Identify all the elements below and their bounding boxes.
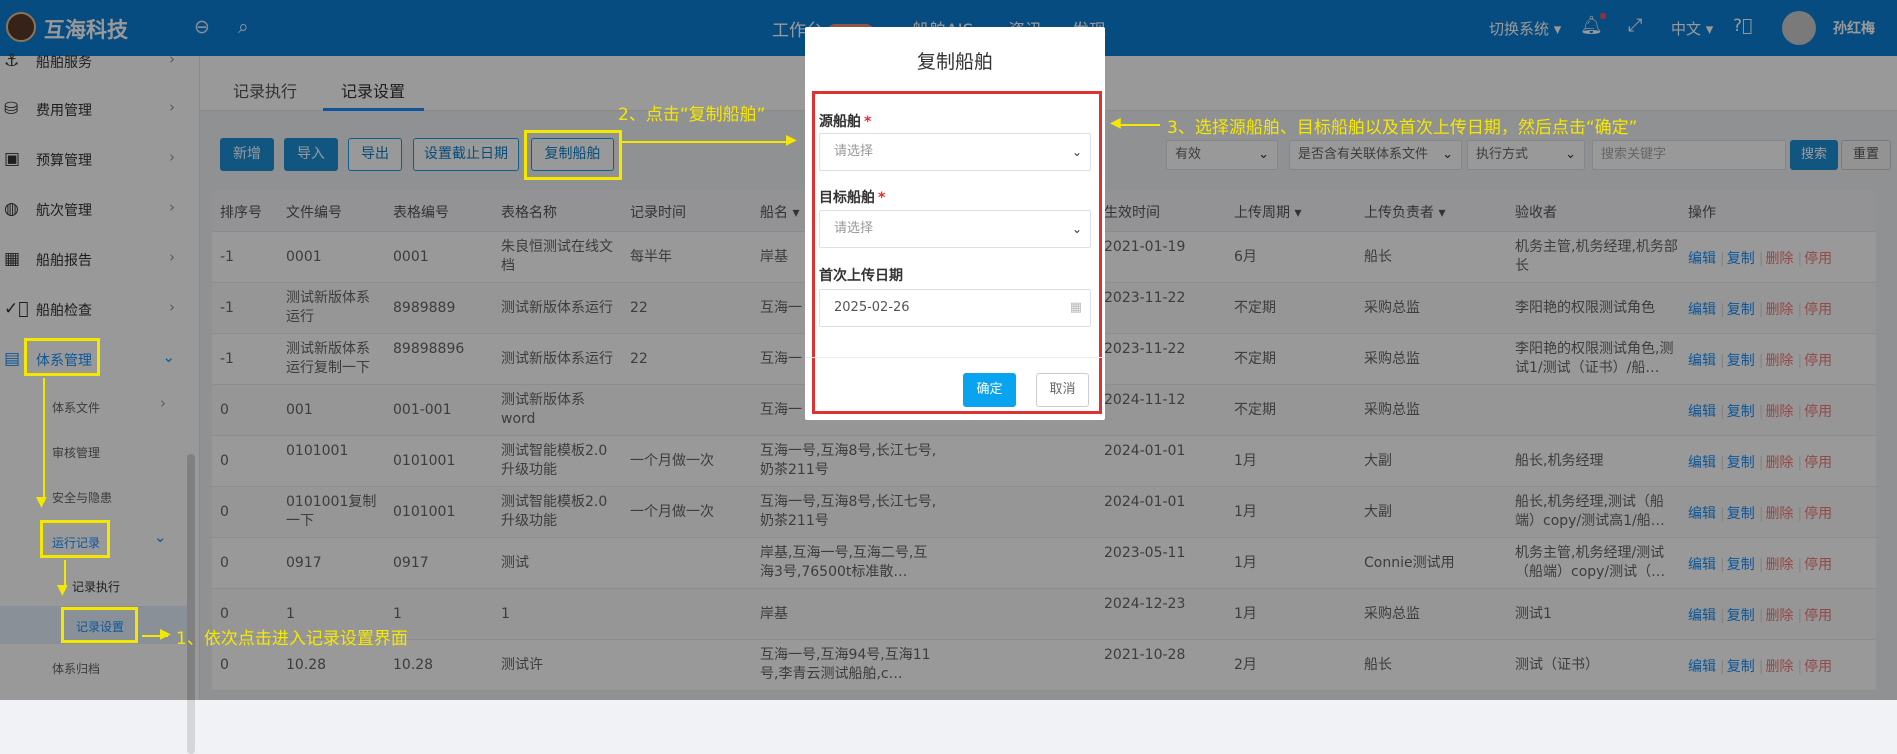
- annotation-arrow-line: [622, 141, 790, 143]
- source-ship-select[interactable]: 请选择 ⌄: [819, 133, 1091, 171]
- target-ship-label: 目标船舶 *: [819, 190, 886, 206]
- highlight-record-setting: [61, 607, 138, 643]
- cancel-button[interactable]: 取消: [1036, 373, 1089, 407]
- annotation-step3: 3、选择源船舶、目标船舶以及首次上传日期，然后点击“确定”: [1167, 118, 1638, 138]
- annotation-arrow-line: [43, 378, 45, 502]
- arrow-down-icon: ▼: [36, 494, 47, 510]
- annotation-step1: 1、依次点击进入记录设置界面: [176, 629, 408, 649]
- chevron-down-icon: ⌄: [1071, 145, 1082, 159]
- highlight-copy-ship: [524, 130, 622, 180]
- source-ship-label: 源船舶 *: [819, 114, 872, 130]
- highlight-system-menu: [24, 338, 100, 376]
- highlight-run-record: [40, 520, 110, 558]
- first-upload-date-label: 首次上传日期: [819, 268, 903, 284]
- annotation-arrow-line: [1120, 124, 1160, 126]
- target-ship-select[interactable]: 请选择 ⌄: [819, 210, 1091, 248]
- first-upload-date-input[interactable]: 2025-02-26 ▦: [819, 289, 1091, 327]
- dialog-title: 复制船舶: [916, 51, 993, 73]
- confirm-button[interactable]: 确定: [963, 373, 1016, 407]
- dialog-divider: [805, 357, 1105, 358]
- copy-ship-dialog: 复制船舶 源船舶 * 请选择 ⌄ 目标船舶 * 请选择 ⌄ 首次上传日期 2025-02…: [805, 27, 1105, 420]
- chevron-down-icon: ⌄: [1071, 222, 1082, 236]
- annotation-step2: 2、点击“复制船舶”: [618, 105, 766, 125]
- arrow-down-icon: ▼: [57, 582, 68, 598]
- arrow-right-icon: ▶: [160, 626, 171, 642]
- calendar-icon: ▦: [1069, 300, 1082, 315]
- arrow-left-icon: ◀: [1110, 115, 1121, 131]
- arrow-right-icon: ▶: [786, 132, 797, 148]
